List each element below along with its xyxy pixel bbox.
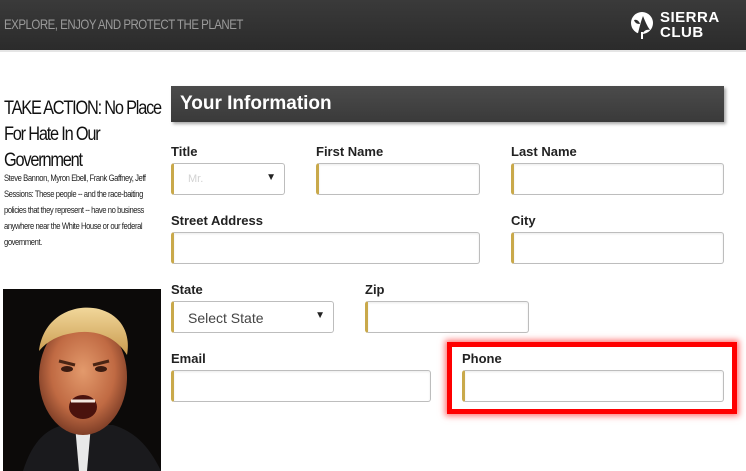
title-select-value: Mr. [188, 173, 204, 185]
sidebar: TAKE ACTION: No Place For Hate In Our Go… [0, 52, 166, 471]
chevron-down-icon: ▼ [315, 310, 325, 321]
logo-text: SIERRA CLUB [660, 10, 720, 40]
section-header: Your Information [171, 86, 724, 122]
state-select[interactable]: Select State ▼ [171, 301, 334, 333]
title-label: Title [171, 144, 198, 159]
last-name-field[interactable] [511, 163, 724, 195]
email-label: Email [171, 351, 206, 366]
first-name-label: First Name [316, 144, 384, 159]
sierra-club-tree-icon [631, 12, 653, 39]
title-select[interactable]: Mr. ▼ [171, 163, 285, 195]
state-label: State [171, 282, 203, 297]
section-title: Your Information [180, 93, 332, 114]
site-tagline: EXPLORE, ENJOY AND PROTECT THE PLANET [4, 16, 243, 32]
logo-line-club: CLUB [660, 24, 704, 41]
zip-label: Zip [365, 282, 385, 297]
chevron-down-icon: ▼ [266, 172, 276, 183]
campaign-description: Steve Bannon, Myron Ebell, Frank Gaffney… [4, 173, 146, 247]
city-field[interactable] [511, 232, 724, 264]
last-name-label: Last Name [511, 144, 577, 159]
site-header: EXPLORE, ENJOY AND PROTECT THE PLANET SI… [0, 0, 746, 50]
email-field[interactable] [171, 370, 431, 402]
campaign-title: TAKE ACTION: No Place For Hate In Our Go… [4, 98, 162, 171]
street-address-field[interactable] [171, 232, 480, 264]
sierra-club-logo[interactable]: SIERRA CLUB [628, 8, 720, 42]
city-label: City [511, 213, 536, 228]
zip-field[interactable] [365, 301, 529, 333]
campaign-photo [3, 289, 161, 471]
street-address-label: Street Address [171, 213, 263, 228]
state-select-value: Select State [188, 310, 264, 326]
first-name-field[interactable] [316, 163, 480, 195]
logo-line-sierra: SIERRA [660, 9, 720, 26]
phone-highlight-box [447, 342, 737, 414]
